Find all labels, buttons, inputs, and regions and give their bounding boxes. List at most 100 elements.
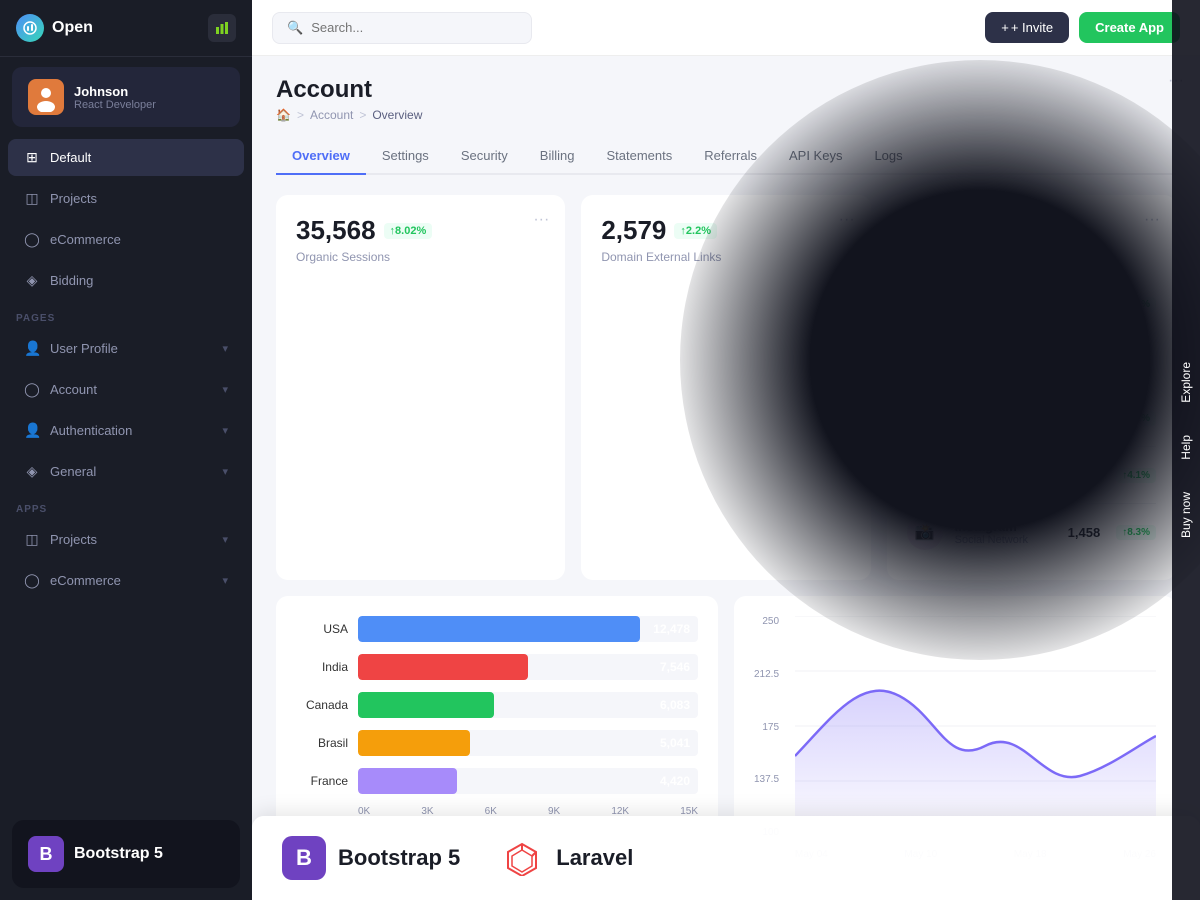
sidebar-item-label: General	[50, 464, 96, 479]
sidebar-item-bidding[interactable]: ◈ Bidding	[8, 262, 244, 299]
bootstrap-tech: B Bootstrap 5	[282, 836, 460, 880]
auth-icon: 👤	[24, 422, 40, 439]
tab-overview[interactable]: Overview	[276, 138, 366, 175]
stat-label: Visits by Social Networks	[907, 250, 1156, 264]
bar-chart: USA 12,478 India 7,546	[296, 616, 698, 817]
bootstrap-name: Bootstrap 5	[338, 845, 460, 871]
breadcrumb-current: Overview	[372, 108, 422, 122]
chevron-down-icon: ▾	[222, 424, 228, 437]
bootstrap-label: Bootstrap 5	[74, 845, 163, 863]
stat-badge: ↑2.2%	[674, 223, 717, 239]
sidebar-item-general[interactable]: ◈ General ▾	[8, 453, 244, 490]
stat-card-social: ··· 5,037 ↑2.2% Visits by Social Network…	[887, 195, 1176, 580]
search-box[interactable]: 🔍	[272, 12, 532, 44]
slack-icon: #	[907, 400, 943, 436]
sidebar-item-label: Default	[50, 150, 91, 165]
projects-icon: ◫	[24, 190, 40, 207]
tech-stack-overlay: B Bootstrap 5 Laravel	[252, 816, 1200, 900]
tab-settings[interactable]: Settings	[366, 138, 445, 175]
tab-referrals[interactable]: Referrals	[688, 138, 773, 175]
tab-logs[interactable]: Logs	[858, 138, 918, 175]
buy-now-button[interactable]: Buy now	[1171, 476, 1200, 554]
bar-row-usa: USA 12,478	[296, 616, 698, 642]
create-app-button[interactable]: Create App	[1079, 12, 1180, 43]
dribbble-icon: 🏀	[907, 286, 943, 322]
youtube-icon: ▶	[907, 457, 943, 493]
page-title: Account	[276, 76, 1176, 104]
social-list: 🏀 Dribbble Community 579 ↑2.6% in Linked…	[907, 276, 1156, 560]
side-panel: Explore Help Buy now	[1172, 0, 1200, 900]
pages-section-label: PAGES	[0, 301, 252, 328]
social-row-instagram: 📸 Instagram Social Network 1,458 ↑8.3%	[907, 504, 1156, 560]
ecommerce-icon: ◯	[24, 231, 40, 248]
bootstrap-icon: B	[28, 836, 64, 872]
tab-bar: Overview Settings Security Billing State…	[276, 138, 1176, 175]
ecommerce-app-icon: ◯	[24, 572, 40, 589]
bidding-icon: ◈	[24, 272, 40, 289]
sidebar-item-user-profile[interactable]: 👤 User Profile ▾	[8, 330, 244, 367]
bar-row-brasil: Brasil 5,041	[296, 730, 698, 756]
user-card: Johnson React Developer	[12, 67, 240, 127]
chevron-down-icon: ▾	[222, 574, 228, 587]
chevron-down-icon: ▾	[222, 342, 228, 355]
page-header: Account 🏠 > Account > Overview	[276, 76, 1176, 122]
sidebar-item-projects[interactable]: ◫ Projects	[8, 180, 244, 217]
help-button[interactable]: Help	[1171, 419, 1200, 476]
sidebar-item-projects-app[interactable]: ◫ Projects ▾	[8, 521, 244, 558]
social-row-linkedin: in Linked In Social Media 1,088 ↓0.4%	[907, 333, 1156, 390]
laravel-icon	[500, 836, 544, 880]
sidebar-item-label: Authentication	[50, 423, 132, 438]
stat-label: Domain External Links	[601, 250, 850, 264]
stats-grid: ··· 35,568 ↑8.02% Organic Sessions ··· 2…	[276, 195, 1176, 580]
sidebar-item-ecommerce[interactable]: ◯ eCommerce	[8, 221, 244, 258]
tab-security[interactable]: Security	[445, 138, 524, 175]
sidebar: Open Johnson React Developer ⊞ Default ◫…	[0, 0, 252, 900]
sidebar-chart-icon[interactable]	[208, 14, 236, 42]
bar-row-france: France 4,420	[296, 768, 698, 794]
tab-statements[interactable]: Statements	[590, 138, 688, 175]
logo-icon	[16, 14, 44, 42]
stat-value: 35,568 ↑8.02%	[296, 215, 545, 246]
chevron-down-icon: ▾	[222, 465, 228, 478]
stat-menu-icon[interactable]: ···	[533, 211, 549, 229]
avatar	[28, 79, 64, 115]
chevron-down-icon: ▾	[222, 533, 228, 546]
stat-value: 5,037 ↑2.2%	[907, 215, 1156, 246]
breadcrumb-parent: Account	[310, 108, 353, 122]
laravel-tech: Laravel	[500, 836, 633, 880]
sidebar-item-label: eCommerce	[50, 573, 121, 588]
laravel-name: Laravel	[556, 845, 633, 871]
projects-app-icon: ◫	[24, 531, 40, 548]
user-role: React Developer	[74, 99, 156, 111]
sidebar-item-ecommerce-app[interactable]: ◯ eCommerce ▾	[8, 562, 244, 599]
right-panel: 🔍 + + Invite Create App Account 🏠 > Acco…	[252, 0, 1200, 900]
apps-section-label: APPS	[0, 492, 252, 519]
tab-api-keys[interactable]: API Keys	[773, 138, 858, 175]
chevron-down-icon: ▾	[222, 383, 228, 396]
breadcrumb: 🏠 > Account > Overview	[276, 108, 1176, 122]
sidebar-item-default[interactable]: ⊞ Default	[8, 139, 244, 176]
explore-button[interactable]: Explore	[1171, 346, 1200, 419]
invite-button[interactable]: + + Invite	[985, 12, 1069, 43]
line-chart-svg	[795, 616, 1156, 836]
invite-plus-icon: +	[1001, 20, 1009, 35]
sidebar-item-label: Projects	[50, 191, 97, 206]
tab-billing[interactable]: Billing	[524, 138, 591, 175]
sidebar-item-account[interactable]: ◯ Account ▾	[8, 371, 244, 408]
sidebar-item-authentication[interactable]: 👤 Authentication ▾	[8, 412, 244, 449]
grid-icon: ⊞	[24, 149, 40, 166]
stat-badge: ↑2.2%	[980, 223, 1023, 239]
social-row-slack: # Slack Messanger 794 ↑0.2%	[907, 390, 1156, 447]
stat-card-links: ··· 2,579 ↑2.2% Domain External Links	[581, 195, 870, 580]
user-info: Johnson React Developer	[74, 84, 156, 111]
search-icon: 🔍	[287, 20, 303, 36]
stat-menu-icon[interactable]: ···	[1144, 211, 1160, 229]
stat-badge: ↑8.02%	[384, 223, 433, 239]
stat-menu-icon[interactable]: ···	[839, 211, 855, 229]
sidebar-footer: B Bootstrap 5	[12, 820, 240, 888]
stat-label: Organic Sessions	[296, 250, 545, 264]
search-input[interactable]	[311, 20, 517, 35]
instagram-icon: 📸	[907, 514, 943, 550]
sidebar-header: Open	[0, 0, 252, 57]
bar-row-canada: Canada 6,083	[296, 692, 698, 718]
